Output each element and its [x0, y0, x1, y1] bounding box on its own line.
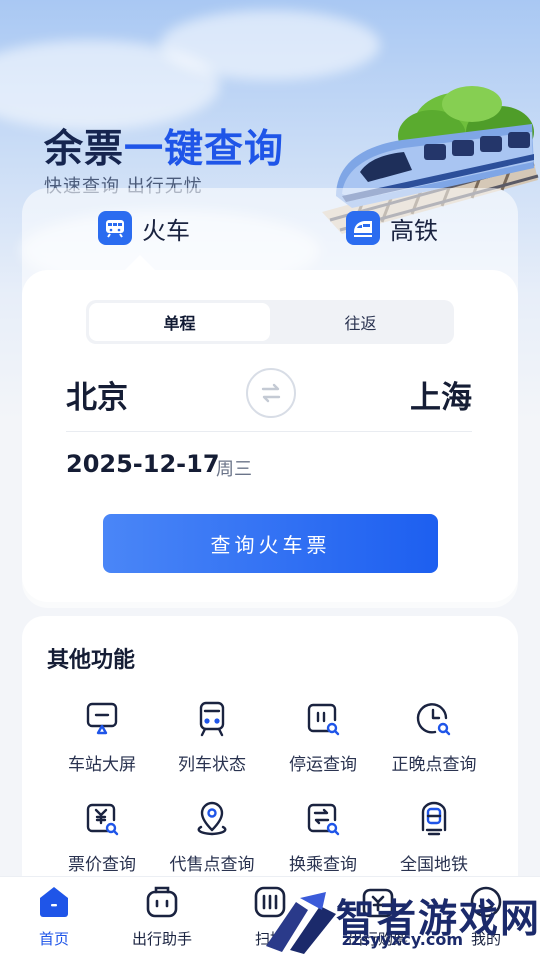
function-transfer-query-label: 换乘查询: [289, 855, 357, 875]
tab-train-label: 火车: [142, 216, 190, 245]
tab-high-speed-rail-label: 高铁: [390, 216, 438, 245]
departure-date[interactable]: 2025-12-17: [66, 450, 220, 478]
other-functions-title: 其他功能: [47, 648, 136, 673]
nav-travel-assistant-label: 出行助手: [131, 930, 192, 948]
query-train-tickets-button[interactable]: 查询火车票: [103, 514, 438, 573]
function-agency-location-label: 代售点查询: [169, 855, 255, 875]
function-station-screen-label: 车站大屏: [68, 755, 136, 775]
function-station-screen[interactable]: 车站大屏: [47, 700, 157, 780]
train-icon: [98, 211, 132, 245]
arrival-city[interactable]: 上海: [410, 372, 472, 417]
delay-query-icon: [416, 703, 451, 736]
fare-query-icon: [86, 803, 119, 836]
function-train-status[interactable]: 列车状态: [157, 700, 267, 780]
function-fare-query-label: 票价查询: [68, 855, 136, 875]
function-delay-query[interactable]: 正晚点查询: [379, 700, 489, 780]
high-speed-rail-icon: [346, 211, 380, 245]
function-suspension-query[interactable]: 停运查询: [268, 700, 378, 780]
transfer-query-icon: [307, 803, 340, 836]
nav-home[interactable]: 首页: [4, 884, 104, 954]
departure-weekday: 周三: [216, 459, 252, 480]
suspension-query-icon: [307, 703, 340, 736]
function-train-status-label: 列车状态: [178, 755, 246, 775]
watermark-logo: [266, 892, 336, 954]
hero-title: 余票一键查询: [44, 127, 285, 172]
nav-home-label: 首页: [38, 930, 69, 948]
trip-type-round-trip[interactable]: 往返: [270, 303, 451, 341]
train-status-icon: [199, 701, 225, 737]
function-suspension-query-label: 停运查询: [289, 755, 357, 775]
trip-type-switch: 单程 往返: [86, 300, 454, 344]
function-agency-location[interactable]: 代售点查询: [157, 800, 267, 880]
swap-button[interactable]: [246, 368, 296, 418]
function-transfer-query[interactable]: 换乘查询: [268, 800, 378, 880]
luggage-icon: [146, 886, 178, 918]
nav-travel-assistant[interactable]: 出行助手: [112, 884, 212, 954]
tab-train[interactable]: 火车: [98, 208, 190, 248]
metro-icon: [421, 801, 447, 836]
divider: [66, 431, 472, 432]
agency-location-icon: [197, 801, 227, 836]
tab-high-speed-rail[interactable]: 高铁: [346, 208, 438, 248]
home-icon: [40, 887, 68, 917]
function-metro-label: 全国地铁: [400, 855, 468, 875]
function-fare-query[interactable]: 票价查询: [47, 800, 157, 880]
swap-icon: [261, 383, 281, 403]
trip-type-one-way[interactable]: 单程: [89, 303, 270, 341]
departure-city[interactable]: 北京: [66, 372, 128, 417]
function-metro[interactable]: 全国地铁: [379, 800, 489, 880]
station-screen-icon: [86, 702, 118, 735]
function-delay-query-label: 正晚点查询: [391, 755, 477, 775]
watermark-url: zzsyyxcy.com: [342, 930, 463, 949]
